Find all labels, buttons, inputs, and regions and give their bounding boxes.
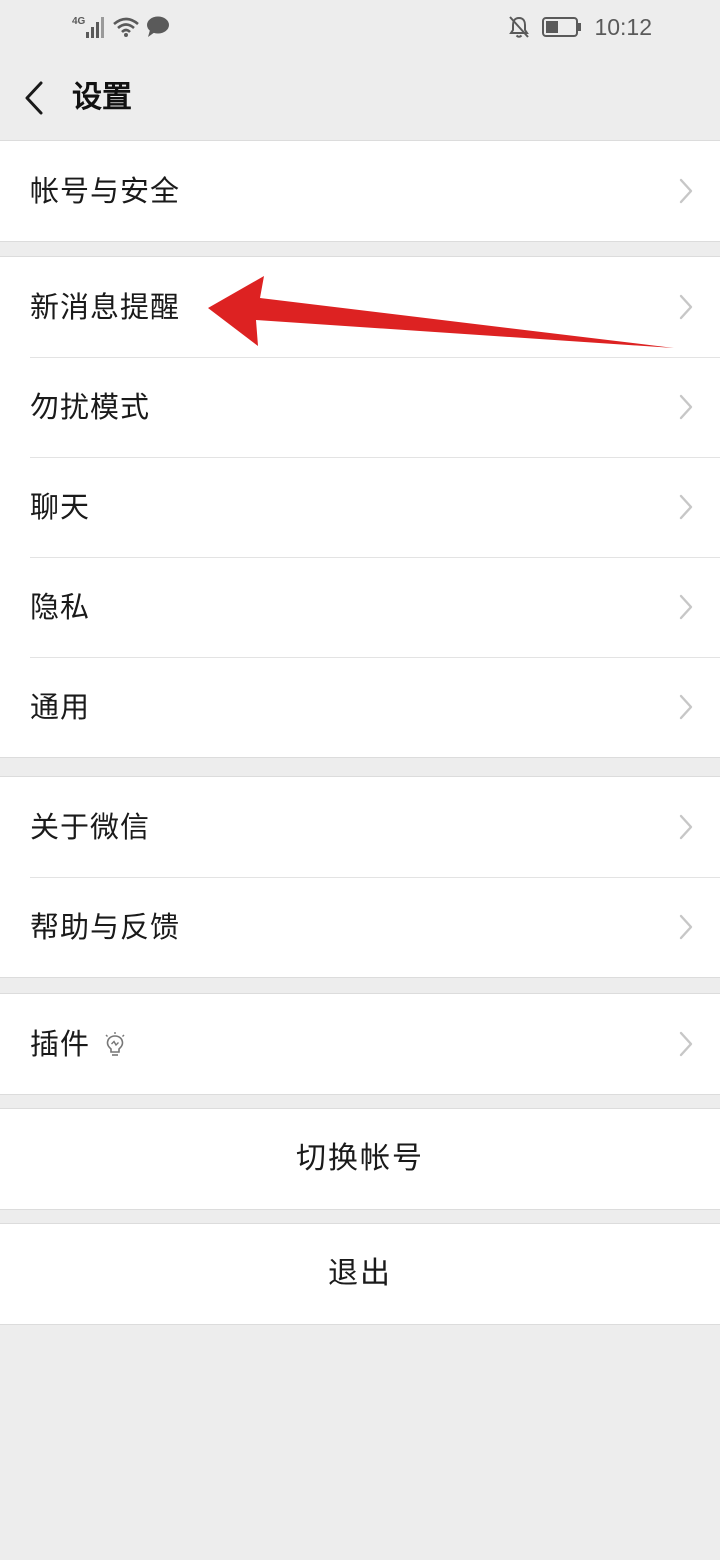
switch-account-group: 切换帐号	[0, 1108, 720, 1210]
settings-item-about-wechat[interactable]: 关于微信	[0, 777, 720, 877]
status-time: 10:12	[594, 13, 652, 40]
settings-item-label: 关于微信	[30, 810, 151, 844]
wifi-icon	[113, 17, 139, 37]
settings-item-label: 勿扰模式	[30, 390, 151, 424]
settings-item-label: 隐私	[30, 590, 91, 624]
settings-item-do-not-disturb[interactable]: 勿扰模式	[0, 357, 720, 457]
chevron-left-icon[interactable]	[22, 80, 46, 116]
settings-group-plugins: 插件	[0, 993, 720, 1095]
logout-label: 退出	[328, 1256, 392, 1291]
chevron-right-icon	[679, 594, 693, 620]
settings-item-label: 聊天	[30, 490, 91, 524]
settings-item-label: 帐号与安全	[30, 174, 181, 208]
network-type: 4G	[72, 16, 86, 27]
settings-item-label: 帮助与反馈	[30, 910, 181, 944]
chevron-right-icon	[679, 694, 693, 720]
battery-icon	[542, 17, 582, 37]
chevron-right-icon	[679, 294, 693, 320]
settings-item-plugins[interactable]: 插件	[0, 994, 720, 1094]
switch-account-label: 切换帐号	[296, 1141, 424, 1176]
settings-group-main: 新消息提醒 勿扰模式 聊天 隐私 通用	[0, 256, 720, 758]
chevron-right-icon	[679, 814, 693, 840]
settings-item-chat[interactable]: 聊天	[0, 457, 720, 557]
settings-item-general[interactable]: 通用	[0, 657, 720, 757]
signal-icon: 4G	[72, 16, 104, 38]
settings-item-privacy[interactable]: 隐私	[0, 557, 720, 657]
page-title: 设置	[72, 80, 132, 115]
settings-item-account-security[interactable]: 帐号与安全	[0, 141, 720, 241]
status-right: 10:12	[508, 12, 652, 42]
chevron-right-icon	[679, 914, 693, 940]
settings-item-label: 插件	[30, 1027, 91, 1061]
settings-group-about: 关于微信 帮助与反馈	[0, 776, 720, 978]
settings-item-label: 通用	[30, 690, 91, 724]
logout-button[interactable]: 退出	[0, 1224, 720, 1324]
settings-item-label: 新消息提醒	[30, 290, 181, 324]
settings-group-account: 帐号与安全	[0, 140, 720, 242]
chevron-right-icon	[679, 178, 693, 204]
chevron-right-icon	[679, 1031, 693, 1057]
message-bubble-icon	[147, 16, 169, 37]
nav-bar: 设置	[0, 56, 720, 140]
chevron-right-icon	[679, 494, 693, 520]
switch-account-button[interactable]: 切换帐号	[0, 1109, 720, 1209]
chevron-right-icon	[679, 394, 693, 420]
lightbulb-icon	[105, 1032, 125, 1056]
settings-item-help-feedback[interactable]: 帮助与反馈	[0, 877, 720, 977]
settings-item-new-message-notification[interactable]: 新消息提醒	[0, 257, 720, 357]
status-left: 4G	[72, 12, 170, 42]
logout-group: 退出	[0, 1223, 720, 1325]
status-bar: 4G 10:12	[0, 0, 720, 56]
bell-muted-icon	[509, 16, 530, 38]
